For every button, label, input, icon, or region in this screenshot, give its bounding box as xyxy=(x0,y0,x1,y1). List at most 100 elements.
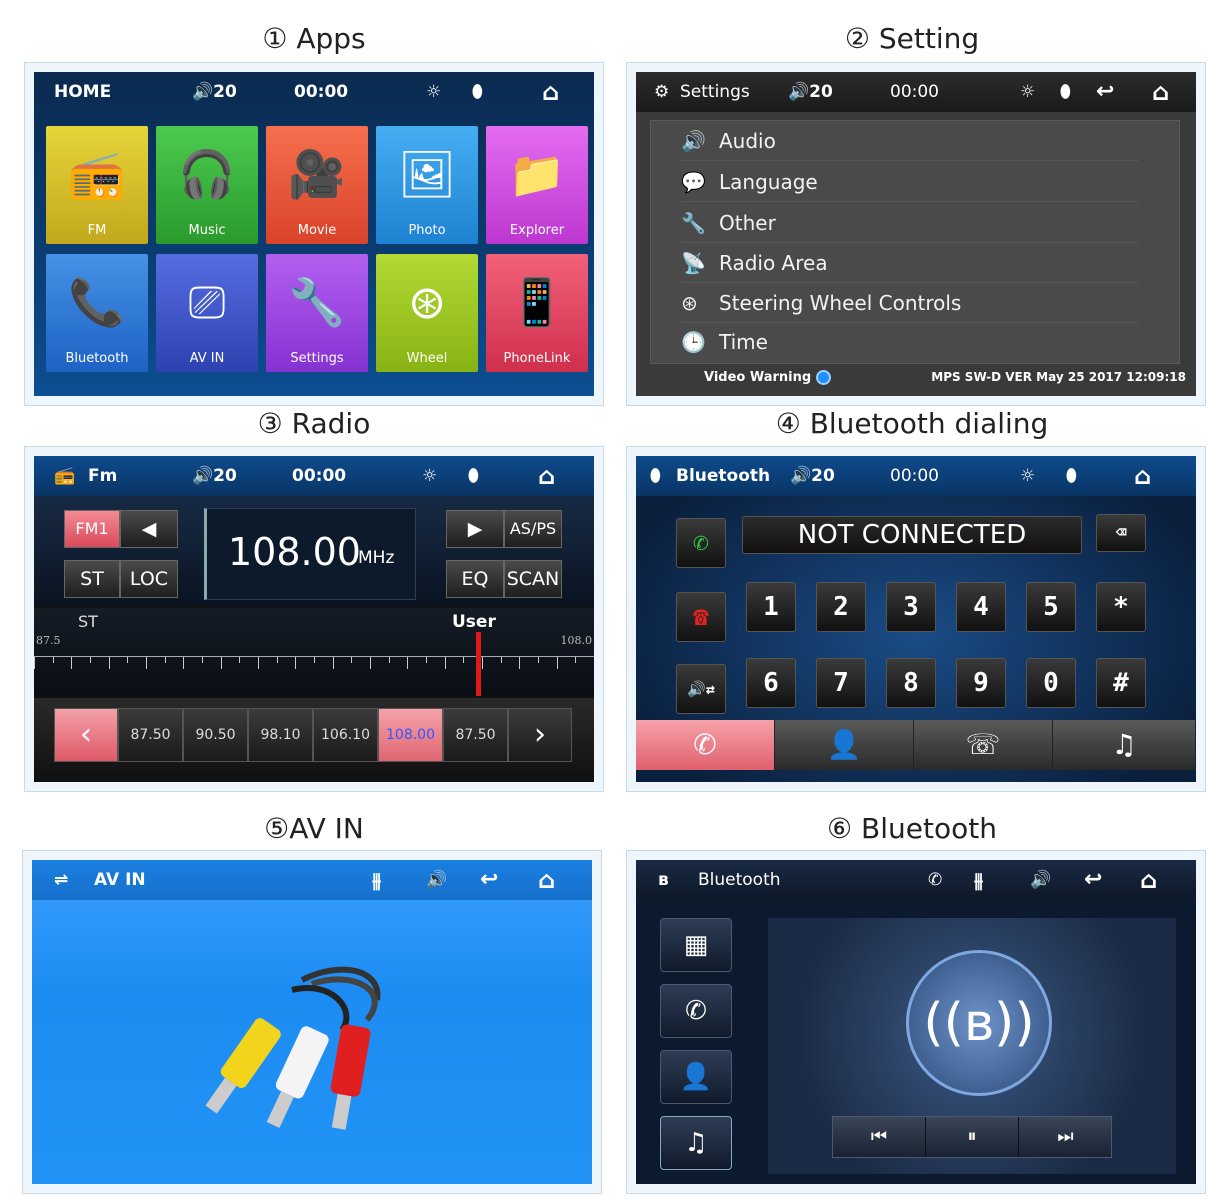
tuner-tick xyxy=(351,657,353,663)
toggle-icon[interactable] xyxy=(815,370,831,385)
app-photo-label: Photo xyxy=(408,223,446,238)
settings-item-time[interactable]: 🕒 Time xyxy=(681,322,1139,362)
scan-button[interactable]: SCAN xyxy=(504,560,562,598)
app-movie[interactable]: 🎥 Movie xyxy=(266,126,368,244)
app-explorer[interactable]: 📁 Explorer xyxy=(486,126,588,244)
keypad-key[interactable]: 2 xyxy=(816,582,866,632)
contacts-button[interactable]: 👤 xyxy=(660,1050,732,1104)
app-phonelink[interactable]: 📱 PhoneLink xyxy=(486,254,588,372)
previous-track-icon[interactable]: ⏮ xyxy=(833,1117,926,1157)
next-track-icon[interactable]: ⏭ xyxy=(1019,1117,1112,1157)
tuner-needle[interactable] xyxy=(476,632,482,696)
app-av-in[interactable]: ⎚ AV IN xyxy=(156,254,258,372)
band-button[interactable]: FM1 xyxy=(64,510,120,548)
preset-button[interactable]: 106.10 xyxy=(313,708,378,762)
tab-dial[interactable]: ✆ xyxy=(636,720,775,770)
keypad-key[interactable]: # xyxy=(1096,658,1146,708)
back-icon[interactable]: ↩ xyxy=(480,860,498,900)
tab-call-log[interactable]: ☏ xyxy=(914,720,1053,770)
volume-icon[interactable]: 🔊20 xyxy=(788,72,833,112)
volume-icon[interactable]: 🔊 xyxy=(1030,860,1051,900)
settings-item-language[interactable]: 💬 Language xyxy=(681,162,1139,202)
tab-music[interactable]: ♫ xyxy=(1053,720,1196,770)
app-settings[interactable]: 🔧 Settings xyxy=(266,254,368,372)
call-icon[interactable]: ✆ xyxy=(928,860,942,900)
app-photo[interactable]: 🖼 Photo xyxy=(376,126,478,244)
keypad-key[interactable]: 0 xyxy=(1026,658,1076,708)
tuner-tick xyxy=(500,657,502,663)
back-icon[interactable]: ↩ xyxy=(1084,860,1102,900)
speaker-icon: 🔊 xyxy=(681,128,706,153)
bluetooth-icon: ʙ xyxy=(658,870,669,890)
brightness-icon[interactable]: ☼ xyxy=(1020,72,1035,112)
volume-icon[interactable]: 🔊 xyxy=(426,860,447,900)
call-button[interactable]: ✆ xyxy=(676,518,726,568)
keypad-button[interactable]: ▦ xyxy=(660,918,732,972)
video-warning[interactable]: Video Warning xyxy=(704,370,831,385)
app-fm[interactable]: 📻 FM xyxy=(46,126,148,244)
home-icon[interactable]: ⌂ xyxy=(1152,72,1169,112)
bt-dial-volume: 20 xyxy=(811,466,835,486)
home-icon[interactable]: ⌂ xyxy=(538,860,555,900)
brightness-icon[interactable]: ☼ xyxy=(426,72,441,112)
pause-icon[interactable]: ⏸ xyxy=(926,1117,1019,1157)
settings-item-audio[interactable]: 🔊 Audio xyxy=(681,121,1139,161)
keypad-key[interactable]: * xyxy=(1096,582,1146,632)
call-log-button[interactable]: ✆ xyxy=(660,984,732,1038)
keypad-key[interactable]: 7 xyxy=(816,658,866,708)
preset-button[interactable]: 98.10 xyxy=(248,708,313,762)
tuner-tick xyxy=(108,657,110,669)
tuner-tick xyxy=(314,657,315,663)
volume-icon[interactable]: 🔊20 xyxy=(192,456,237,496)
radio-title: Fm xyxy=(88,466,118,486)
volume-icon[interactable]: 🔊20 xyxy=(192,72,237,112)
preset-button[interactable]: 90.50 xyxy=(183,708,248,762)
equalizer-icon[interactable]: ⫵ xyxy=(974,860,983,900)
settings-item-other[interactable]: 🔧 Other xyxy=(681,203,1139,243)
preset-prev-button[interactable]: ‹ xyxy=(54,708,118,762)
brightness-icon[interactable]: ☼ xyxy=(422,456,437,496)
brightness-icon[interactable]: ☼ xyxy=(1020,456,1035,496)
preset-next-button[interactable]: › xyxy=(508,708,572,762)
keypad-key[interactable]: 1 xyxy=(746,582,796,632)
audio-transfer-button[interactable]: 🔊⇄ xyxy=(676,664,726,714)
home-icon[interactable]: ⌂ xyxy=(1140,860,1157,900)
volume-icon[interactable]: 🔊20 xyxy=(790,456,835,496)
keypad-key[interactable]: 8 xyxy=(886,658,936,708)
home-icon[interactable]: ⌂ xyxy=(1134,456,1151,496)
app-bluetooth[interactable]: 📞 Bluetooth xyxy=(46,254,148,372)
hangup-button[interactable]: ☎ xyxy=(676,592,726,642)
preset-button[interactable]: 87.50 xyxy=(118,708,183,762)
settings-volume: 20 xyxy=(809,82,833,102)
preset-button[interactable]: 87.50 xyxy=(443,708,508,762)
keypad-key[interactable]: 5 xyxy=(1026,582,1076,632)
tuner-area[interactable]: ST User 87.5 108.0 xyxy=(34,608,594,696)
seek-back-button[interactable]: ◀ xyxy=(120,510,178,548)
keypad-key[interactable]: 6 xyxy=(746,658,796,708)
settings-item-steering[interactable]: ⊛ Steering Wheel Controls xyxy=(681,283,1139,323)
app-wheel[interactable]: ⊛ Wheel xyxy=(376,254,478,372)
loc-button[interactable]: LOC xyxy=(120,560,178,598)
apps-time: 00:00 xyxy=(294,82,349,102)
app-music[interactable]: 🎧 Music xyxy=(156,126,258,244)
preset-button[interactable]: 108.00 xyxy=(378,708,443,762)
st-button[interactable]: ST xyxy=(64,560,120,598)
back-icon[interactable]: ↩ xyxy=(1096,72,1114,112)
equalizer-icon[interactable]: ⫵ xyxy=(372,860,381,900)
tab-contacts[interactable]: 👤 xyxy=(775,720,914,770)
folder-icon: 📁 xyxy=(508,147,566,201)
keypad-key[interactable]: 3 xyxy=(886,582,936,632)
keypad-key[interactable]: 4 xyxy=(956,582,1006,632)
settings-item-radio-area[interactable]: 📡 Radio Area xyxy=(681,243,1139,283)
home-icon[interactable]: ⌂ xyxy=(542,72,559,112)
eq-button[interactable]: EQ xyxy=(446,560,504,598)
frequency-value: 108.00 xyxy=(228,530,361,574)
music-button[interactable]: ♫ xyxy=(660,1116,732,1170)
home-icon[interactable]: ⌂ xyxy=(538,456,555,496)
backspace-button[interactable]: ⌫ xyxy=(1096,514,1146,552)
wrench-icon: 🔧 xyxy=(681,210,706,235)
keypad-key[interactable]: 9 xyxy=(956,658,1006,708)
tuner-st-label: ST xyxy=(78,612,98,631)
asps-button[interactable]: AS/PS xyxy=(504,510,562,548)
seek-forward-button[interactable]: ▶ xyxy=(446,510,504,548)
